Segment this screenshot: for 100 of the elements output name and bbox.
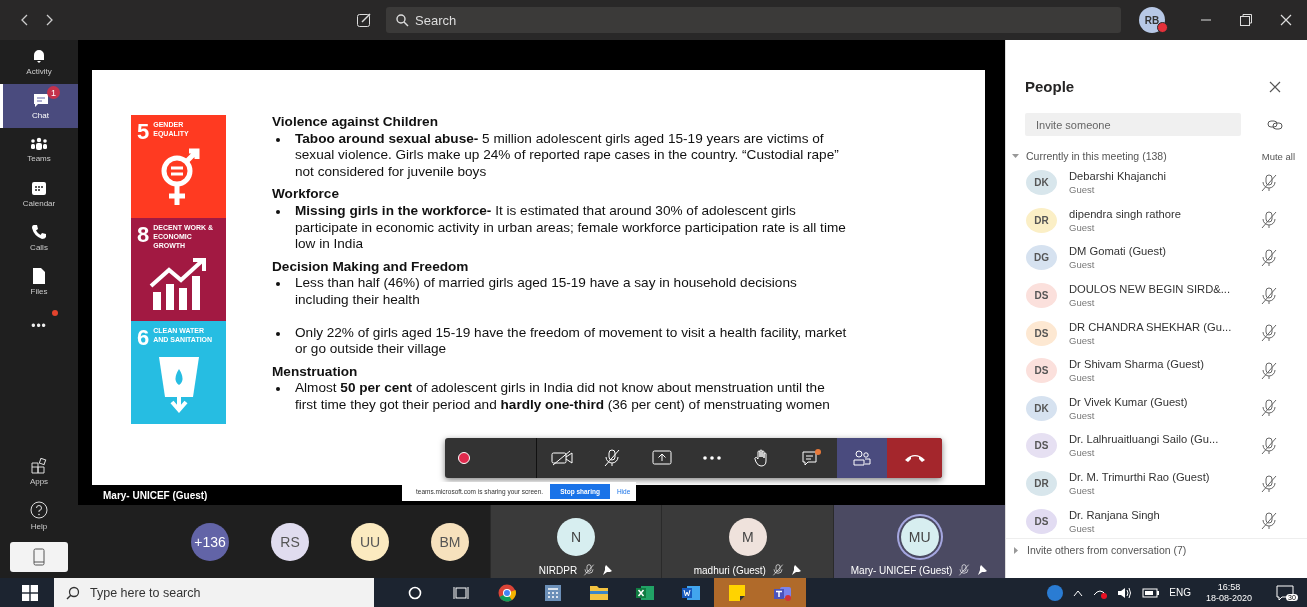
goal-number: 5 xyxy=(137,121,150,143)
participant-name: Dr. M. Trimurthi Rao (Guest) xyxy=(1069,471,1211,484)
participant-role: Guest xyxy=(1069,522,1096,534)
rail-item[interactable]: Apps xyxy=(0,450,78,494)
participant-avatar: N xyxy=(557,518,595,556)
participant-avatar: DS xyxy=(1026,358,1057,384)
clock[interactable]: 16:58 18-08-2020 xyxy=(1205,581,1252,604)
record-icon xyxy=(457,451,471,465)
back-icon[interactable] xyxy=(20,13,30,27)
rail-item[interactable]: ••• xyxy=(0,304,78,348)
mic-off-icon[interactable] xyxy=(1261,512,1277,531)
hand-icon xyxy=(754,449,770,467)
mic-off-icon[interactable] xyxy=(1261,249,1277,267)
collapse-caret-icon[interactable] xyxy=(1012,153,1019,159)
section-header: Currently in this meeting (138) xyxy=(1026,150,1167,162)
participant-name: DM Gomati (Guest) xyxy=(1069,245,1167,258)
participant-name: dipendra singh rathore xyxy=(1069,207,1182,220)
bullet-icon xyxy=(276,387,280,392)
speaker-icon[interactable] xyxy=(1117,586,1134,599)
rail-item[interactable]: Calls xyxy=(0,216,78,260)
hangup-button[interactable] xyxy=(887,438,942,478)
taskbar-search-field[interactable]: Type here to search xyxy=(54,578,374,607)
mic-off-icon[interactable] xyxy=(1261,173,1277,192)
participant-avatar: DS xyxy=(1026,508,1057,534)
rail-label: ••• xyxy=(31,319,47,333)
participant-row[interactable]: DS Dr. Ranjana Singh Guest xyxy=(1006,502,1297,538)
search-field[interactable]: Search xyxy=(386,7,1121,33)
chevron-up-icon[interactable] xyxy=(1073,588,1084,597)
participant-row[interactable]: DK Debarshi Khajanchi Guest xyxy=(1006,164,1297,202)
compose-icon[interactable] xyxy=(356,12,372,28)
forward-icon[interactable] xyxy=(44,13,54,27)
people-group-icon xyxy=(30,137,48,151)
close-icon[interactable] xyxy=(1269,80,1281,93)
expand-caret-icon[interactable] xyxy=(1014,546,1019,554)
participant-row[interactable]: DG DM Gomati (Guest) Guest xyxy=(1006,239,1297,277)
rail-item[interactable]: Files xyxy=(0,260,78,304)
notification-icon[interactable] xyxy=(1276,584,1294,601)
camera-off-icon xyxy=(551,450,573,466)
invite-field[interactable]: Invite someone xyxy=(1025,113,1241,136)
pin-icon xyxy=(976,564,989,576)
participant-row[interactable]: DR Dr. M. Trimurthi Rao (Guest) Guest xyxy=(1006,464,1297,503)
participant-avatar[interactable]: UU xyxy=(351,522,389,561)
search-icon xyxy=(396,14,409,27)
windows-start-icon[interactable] xyxy=(22,584,38,601)
mic-off-icon xyxy=(771,564,784,576)
participant-row[interactable]: DS DOULOS NEW BEGIN SIRD&... Guest xyxy=(1006,276,1297,315)
participant-name: NIRDPR xyxy=(538,564,578,576)
bell-icon xyxy=(31,48,47,64)
document-icon xyxy=(682,584,700,601)
participant-avatar: DR xyxy=(1026,471,1057,497)
participant-name: DR CHANDRA SHEKHAR (Gu... xyxy=(1069,320,1233,333)
panel-title: People xyxy=(1025,78,1075,95)
participant-row[interactable]: DS DR CHANDRA SHEKHAR (Gu... Guest xyxy=(1006,314,1297,352)
language-indicator[interactable]: ENG xyxy=(1169,587,1191,598)
rail-item[interactable]: Calendar xyxy=(0,172,78,216)
participant-row[interactable]: DS Dr. Lalhruaitluangi Sailo (Gu... Guest xyxy=(1006,427,1297,465)
mic-off-icon xyxy=(958,564,971,576)
sticky-note-icon xyxy=(729,584,745,601)
rail-item[interactable]: Activity xyxy=(0,40,78,84)
participant-row[interactable]: DS Dr Shivam Sharma (Guest) Guest xyxy=(1006,351,1297,390)
bullet-icon xyxy=(276,282,280,287)
video-tile[interactable]: M madhuri (Guest) xyxy=(661,505,834,578)
video-tile[interactable]: N NIRDPR xyxy=(489,505,662,578)
rail-item[interactable]: Help xyxy=(0,494,78,538)
participant-name: Dr Vivek Kumar (Guest) xyxy=(1069,395,1189,408)
mic-off-icon[interactable] xyxy=(1261,286,1277,305)
mute-all-link[interactable]: Mute all xyxy=(1261,150,1295,162)
participant-avatar[interactable]: BM xyxy=(431,522,469,561)
goal-number: 6 xyxy=(137,327,150,349)
mic-off-icon[interactable] xyxy=(1261,324,1277,343)
link-icon[interactable] xyxy=(1267,118,1283,131)
user-avatar[interactable]: RB xyxy=(1139,7,1165,33)
search-icon xyxy=(66,586,80,600)
battery-icon[interactable] xyxy=(1142,587,1161,598)
participant-avatar[interactable]: +136 xyxy=(191,522,229,561)
participant-avatar[interactable]: RS xyxy=(271,522,309,561)
mic-off-icon[interactable] xyxy=(1261,361,1277,380)
share-screen-icon xyxy=(652,450,672,466)
rail-label: Activity xyxy=(26,67,52,76)
hang-up-icon xyxy=(903,453,926,463)
invite-others-label[interactable]: Invite others from conversation (7) xyxy=(1027,544,1187,556)
people-button[interactable] xyxy=(837,438,887,478)
video-tile[interactable]: MU Mary- UNICEF (Guest) xyxy=(833,505,1005,578)
rail-label: Teams xyxy=(27,154,51,163)
participant-role: Guest xyxy=(1069,372,1096,384)
bullet-text: Taboo around sexual abuse- 5 million adolescent girls aged 15-19 years are victims of sexual violence. Girls make up 24% of reported rape cases in the country. “Custodial rape” not considered for juvenile boys xyxy=(295,130,840,181)
mic-off-icon[interactable] xyxy=(1261,211,1277,230)
chat-icon xyxy=(32,92,49,108)
restore-icon[interactable] xyxy=(1239,13,1253,27)
mic-off-icon[interactable] xyxy=(1261,399,1277,418)
rail-item[interactable]: Teams xyxy=(0,128,78,172)
participant-avatar: DK xyxy=(1026,395,1057,421)
mic-off-icon[interactable] xyxy=(1261,474,1277,493)
bullet-icon xyxy=(276,137,280,142)
rail-label: Calls xyxy=(30,243,48,252)
phone-device-icon xyxy=(33,548,45,566)
participant-row[interactable]: DK Dr Vivek Kumar (Guest) Guest xyxy=(1006,389,1297,428)
participant-row[interactable]: DR dipendra singh rathore Guest xyxy=(1006,201,1297,240)
rail-item[interactable]: Chat 1 xyxy=(0,84,78,128)
mic-off-icon[interactable] xyxy=(1261,436,1277,455)
